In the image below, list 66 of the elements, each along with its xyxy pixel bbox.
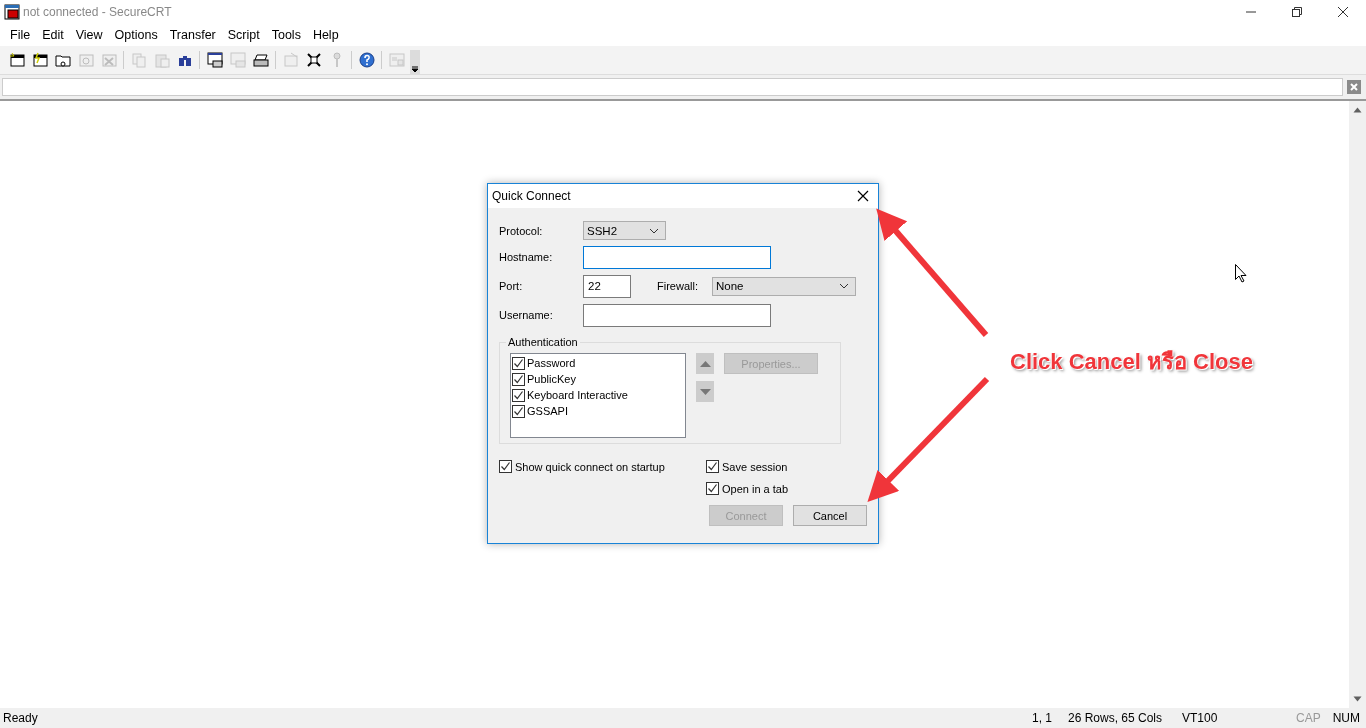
menu-item[interactable]: Script — [221, 27, 266, 42]
field-label: Port: — [499, 280, 524, 292]
port-field[interactable]: 22 — [583, 274, 631, 298]
window-title: not connected - SecureCRT — [23, 4, 173, 19]
key-indicator: NUM — [1331, 711, 1361, 725]
checkbox[interactable] — [512, 404, 525, 418]
list-item[interactable]: Password — [527, 357, 576, 369]
menu-item[interactable]: Tools — [265, 27, 307, 42]
window-printer-icon[interactable] — [206, 52, 223, 68]
help-icon[interactable] — [358, 52, 375, 68]
window-icon[interactable] — [31, 52, 48, 68]
checkbox[interactable] — [706, 482, 719, 495]
checkbox[interactable] — [512, 356, 525, 370]
list-item[interactable]: GSSAPI — [527, 405, 568, 417]
menu-item[interactable]: Help — [306, 27, 345, 42]
move-down-button[interactable] — [696, 381, 714, 402]
scrollbar[interactable] — [1349, 101, 1366, 708]
dropdown[interactable]: None — [712, 276, 856, 296]
menu-item[interactable]: File — [4, 27, 37, 42]
hostname-field[interactable] — [583, 245, 771, 269]
dropdown[interactable]: SSH2 — [583, 221, 666, 240]
tools-icon[interactable] — [305, 52, 322, 68]
checkbox-label[interactable]: Open in a tab — [722, 482, 789, 495]
field-label: Username: — [499, 309, 554, 321]
checkbox[interactable] — [499, 460, 512, 473]
triangle-up-icon — [699, 360, 711, 367]
field-label: Protocol: — [499, 224, 544, 237]
chevron-down-icon — [839, 283, 849, 289]
window-icon[interactable] — [8, 52, 25, 68]
command-field[interactable] — [2, 78, 1343, 96]
menu-item[interactable]: Edit — [36, 27, 70, 42]
checkbox[interactable] — [512, 388, 525, 402]
mouse-pointer-icon — [1235, 264, 1247, 283]
terminal-size: 26 Rows, 65 Cols — [1067, 711, 1164, 725]
annotation-text: Click Cancel หรือ Close — [1010, 348, 1253, 376]
toolbar-overflow-icon[interactable] — [410, 50, 420, 74]
menu-item[interactable]: Transfer — [163, 27, 222, 42]
group-title: Authentication — [506, 336, 580, 348]
printer-icon[interactable] — [252, 52, 269, 68]
move-up-button[interactable] — [696, 353, 714, 374]
scroll-down-icon[interactable] — [1353, 696, 1362, 702]
checkbox-label[interactable]: Save session — [722, 460, 788, 473]
dialog-title: Quick Connect — [492, 189, 572, 203]
scroll-up-icon[interactable] — [1353, 107, 1362, 113]
checkbox[interactable] — [512, 372, 525, 386]
field-label: Hostname: — [499, 251, 554, 263]
username-field[interactable] — [583, 303, 771, 327]
checkbox-label[interactable]: Show quick connect on startup — [515, 460, 665, 473]
list-item[interactable]: Keyboard Interactive — [527, 389, 628, 401]
field-label: Firewall: — [657, 280, 699, 292]
cursor-position: 1, 1 — [1030, 711, 1053, 725]
emulation-mode: VT100 — [1181, 711, 1219, 725]
app-icon — [4, 3, 20, 20]
list-item[interactable]: PublicKey — [527, 373, 576, 385]
triangle-down-icon — [699, 388, 711, 395]
restore-icon[interactable] — [1292, 6, 1302, 17]
menu-item[interactable]: View — [69, 27, 109, 42]
dialog-button[interactable]: Cancel — [793, 505, 867, 526]
menu-item[interactable]: Options — [108, 27, 164, 42]
key-indicator: CAP — [1295, 711, 1322, 725]
close-icon[interactable] — [1338, 6, 1348, 17]
chevron-down-icon — [649, 227, 659, 234]
checkbox[interactable] — [706, 460, 719, 473]
close-icon[interactable] — [857, 190, 869, 202]
folder-icon[interactable] — [54, 52, 71, 68]
status-message: Ready — [2, 711, 39, 725]
